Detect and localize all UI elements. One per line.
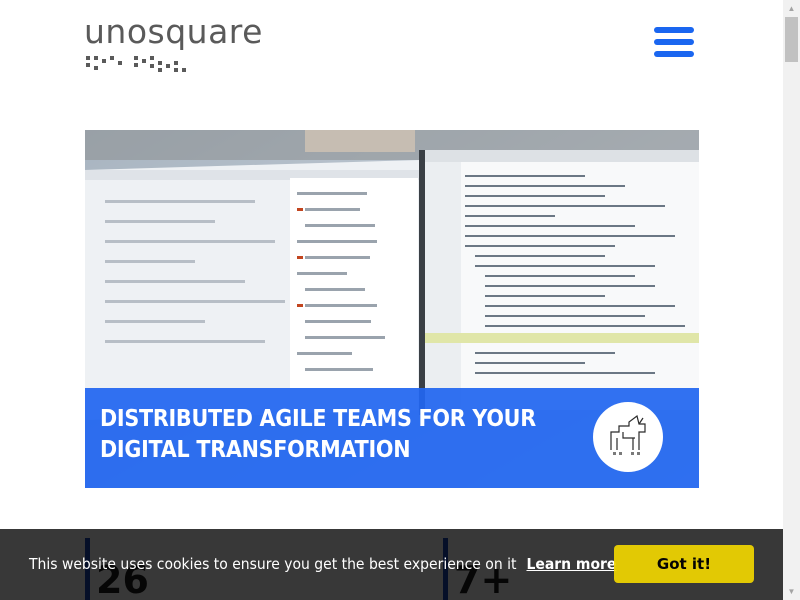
cookie-message: This website uses cookies to ensure you … bbox=[29, 555, 517, 573]
logo-text: unosquare bbox=[84, 12, 263, 51]
logo[interactable]: unosquare bbox=[84, 12, 284, 74]
learn-more-link[interactable]: Learn more bbox=[526, 555, 616, 573]
hero: DISTRIBUTED AGILE TEAMS FOR YOUR DIGITAL… bbox=[85, 130, 699, 488]
hamburger-menu-icon bbox=[654, 27, 694, 33]
hamburger-line bbox=[654, 51, 694, 57]
logo-dots-icon bbox=[86, 56, 186, 72]
menu-button[interactable] bbox=[654, 27, 694, 63]
got-it-button[interactable]: Got it! bbox=[614, 545, 754, 583]
hamburger-line bbox=[654, 39, 694, 45]
hero-title: DISTRIBUTED AGILE TEAMS FOR YOUR DIGITAL… bbox=[100, 406, 536, 463]
scroll-down-arrow-icon[interactable]: ▼ bbox=[783, 583, 800, 600]
pixel-unicorn-badge bbox=[593, 402, 663, 472]
scrollbar-thumb[interactable] bbox=[785, 17, 798, 62]
cookie-message-row: This website uses cookies to ensure you … bbox=[29, 555, 616, 573]
pixel-unicorn-icon bbox=[610, 414, 646, 455]
scroll-up-arrow-icon[interactable]: ▲ bbox=[783, 0, 800, 17]
page: unosquare DISTRIBUTED AGILE TEAMS FOR YO… bbox=[0, 0, 783, 600]
scrollbar[interactable]: ▲ ▼ bbox=[783, 0, 800, 600]
